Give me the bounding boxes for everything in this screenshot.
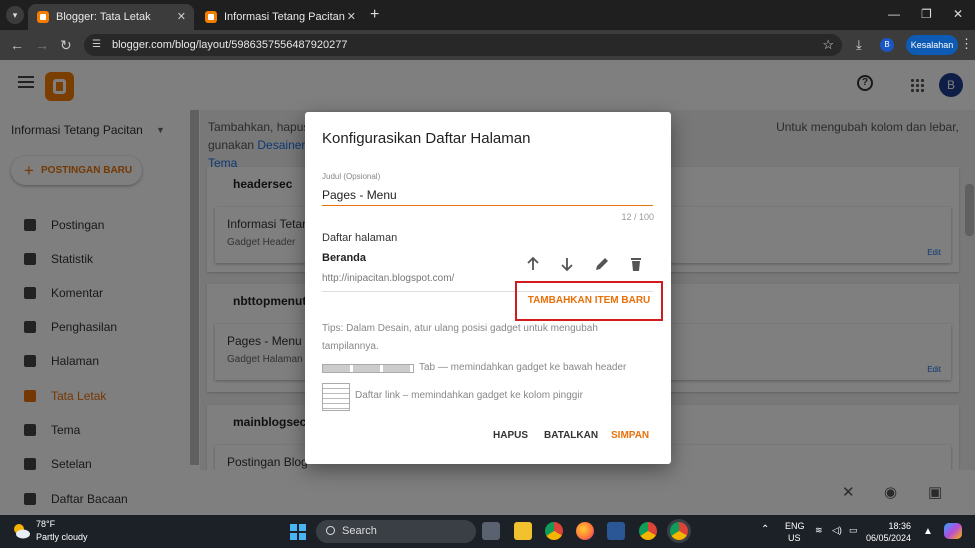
blogger-favicon-icon [205,11,217,23]
tab-title: Blogger: Tata Letak [56,11,151,23]
close-tab-icon[interactable]: ✕ [347,4,356,30]
browser-toolbar: ← → ↻ ☰ blogger.com/blog/layout/59863575… [0,30,975,60]
new-tab-icon[interactable]: + [370,4,379,26]
page-item-name: Beranda [322,252,367,264]
page-list-label: Daftar halaman [322,232,398,244]
forward-arrow-icon[interactable]: → [35,35,49,55]
url-text: blogger.com/blog/layout/5986357556487920… [112,39,348,51]
site-info-icon[interactable]: ☰ [92,38,101,52]
browser-menu-icon[interactable]: ⋮ [960,36,973,52]
battery-icon[interactable]: ▭ [849,525,858,536]
chrome-active-icon[interactable] [670,522,688,540]
tray-chevron-up-icon[interactable]: ⌃ [761,524,769,535]
tab-title: Informasi Tetang Pacitan [224,11,345,23]
speaker-icon[interactable]: ◁) [832,525,842,536]
link-list-icon [322,383,350,411]
language-region: US [788,533,801,543]
windows-taskbar: 78°F Partly cloudy Search ⌃ ENG US ≋ ◁) … [0,515,975,548]
edit-pencil-icon[interactable] [594,256,610,272]
tab-search-icon[interactable]: ▾ [6,6,24,24]
task-view-icon[interactable] [482,522,500,540]
address-bar[interactable]: ☰ blogger.com/blog/layout/59863575564879… [84,34,842,56]
browser-tab-strip: ▾ Blogger: Tata Letak ✕ Informasi Tetang… [0,0,975,30]
list-tip-text: Daftar link – memindahkan gadget ke kolo… [355,390,583,401]
tab-tip-text: Tab — memindahkan gadget ke bawah header [419,362,627,373]
clock-time: 18:36 [888,521,912,531]
clock-date: 06/05/2024 [866,533,912,543]
partly-cloudy-icon[interactable] [11,521,31,541]
delete-button[interactable]: HAPUS [493,430,528,441]
taskbar-search[interactable]: Search [316,520,476,543]
tab-layout-icon [322,364,414,373]
system-clock[interactable]: 18:36 06/05/2024 [866,520,911,544]
title-field-label: Judul (Opsional) [322,172,381,181]
language-indicator[interactable]: ENG [785,521,805,531]
save-button[interactable]: SIMPAN [611,430,649,441]
error-pill-button[interactable]: Kesalahan [906,35,958,55]
notification-bell-icon[interactable]: ▲ [923,526,933,537]
windows-start-icon[interactable] [290,524,306,540]
blogger-favicon-icon [37,11,49,23]
tips-text: Tips: Dalam Desain, atur ulang posisi ga… [322,323,598,352]
delete-trash-icon[interactable] [628,256,644,272]
download-icon[interactable]: ⤓ [856,36,862,54]
tab-blogger-layout[interactable]: Blogger: Tata Letak ✕ [28,4,194,30]
move-up-arrow-icon[interactable] [525,256,541,272]
wifi-icon[interactable]: ≋ [815,525,823,536]
weather-temperature: 78°F [36,519,56,529]
close-window-icon[interactable]: ✕ [953,5,963,23]
profile-avatar[interactable]: B [880,38,894,52]
back-arrow-icon[interactable]: ← [10,35,24,55]
chrome-icon[interactable] [545,522,563,540]
restore-icon[interactable]: ❐ [921,5,932,23]
copilot-icon[interactable] [944,523,962,539]
reload-icon[interactable]: ↻ [60,35,72,55]
tab-informasi-pacitan[interactable]: Informasi Tetang Pacitan ✕ [196,4,364,30]
dialog-title: Konfigurasikan Daftar Halaman [322,130,531,147]
weather-description: Partly cloudy [36,532,88,542]
screen: ▾ Blogger: Tata Letak ✕ Informasi Tetang… [0,0,975,548]
close-tab-icon[interactable]: ✕ [177,4,186,30]
bookmark-star-icon[interactable]: ☆ [822,34,834,56]
cancel-button[interactable]: BATALKAN [544,430,598,441]
minimize-icon[interactable]: — [888,5,900,23]
file-explorer-icon[interactable] [514,522,532,540]
move-down-arrow-icon[interactable] [559,256,575,272]
page-item-url: http://inipacitan.blogspot.com/ [322,273,455,284]
title-input[interactable] [322,184,653,206]
firefox-icon[interactable] [576,522,594,540]
add-new-item-button[interactable]: TAMBAHKAN ITEM BARU [515,281,663,321]
configure-page-list-dialog: Konfigurasikan Daftar Halaman Judul (Ops… [305,112,671,464]
char-counter: 12 / 100 [621,212,654,222]
chrome-profile-icon[interactable] [639,522,657,540]
word-icon[interactable] [607,522,625,540]
